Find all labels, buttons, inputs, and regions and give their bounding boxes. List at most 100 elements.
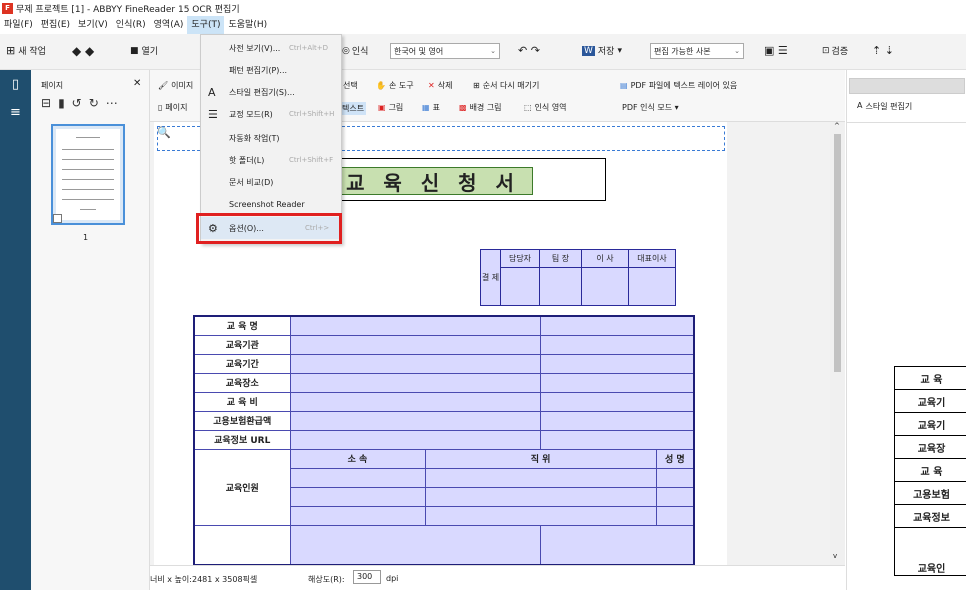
main-toolbar: ⊞ 새 작업 ◆ ◆ ■ 열기 ◎ 인식 한국어 및 영어 ⌄ ↶ ↷ W 저장 ▾ 편집 … — [0, 34, 966, 70]
save-page-icon[interactable]: ⊟ — [41, 96, 51, 110]
menu-bar: 파일(F) 편집(E) 보기(V) 인식(R) 영역(A) 도구(T) 도움말(… — [0, 16, 966, 34]
document-title[interactable]: 교 육 신 청 서 — [333, 167, 533, 195]
chevron-down-icon: ▾ — [617, 45, 622, 56]
status-bar: 너비 x 높이: 2481 x 3508픽셀 해상도(R): 300 dpi — [150, 565, 845, 590]
proofread-icon: ☰ — [208, 107, 218, 121]
page-button[interactable]: ▯ 페이지 — [158, 102, 188, 113]
verify-icon: ⊡ — [822, 45, 830, 56]
recognize-button[interactable]: ◎ 인식 — [342, 44, 368, 58]
image-edit-icon: 🖌 — [158, 81, 169, 90]
pdf-icon: ▤ — [620, 81, 628, 90]
resolution-input[interactable]: 300 — [353, 570, 381, 584]
verify-button[interactable]: ⊡ 검증 — [822, 44, 848, 58]
row-label: 고용보험환급액 — [193, 410, 291, 431]
delete-icon: ✕ — [428, 81, 435, 90]
row-label: 교육기간 — [193, 353, 291, 374]
cell: 교 육 — [894, 458, 966, 482]
language-select[interactable]: 한국어 및 영어 ⌄ — [390, 43, 500, 59]
size-value: 2481 x 3508픽셀 — [192, 575, 258, 584]
menu-view[interactable]: 보기(V) — [74, 16, 112, 34]
cell: 고용보험 — [894, 481, 966, 505]
scroll-down-icon[interactable]: v — [833, 552, 837, 560]
select-tool[interactable]: 선택 — [343, 80, 358, 91]
pages-icon[interactable]: ▯ — [0, 70, 31, 98]
area-icon: ⬚ — [524, 103, 532, 112]
resolution-label: 해상도(R): — [308, 575, 345, 584]
highlight-box — [196, 213, 342, 244]
scroll-thumb[interactable] — [834, 134, 841, 372]
row-label: 교 육 명 — [193, 315, 291, 336]
pdf-mode-select[interactable]: PDF 인식 모드 ▾ — [622, 102, 679, 113]
word-icon: W — [582, 45, 595, 56]
trainee-head: 직 위 — [424, 448, 657, 469]
recognized-table[interactable]: 교 육 교육기 교육기 교육장 교 육 고용보험 교육정보 교육인 — [894, 366, 966, 576]
menu-item-automation[interactable]: 자동화 작업(T) — [201, 127, 341, 149]
save-mode-select[interactable]: 편집 가능한 사본 ⌄ — [650, 43, 744, 59]
new-task-icon: ⊞ — [6, 44, 16, 57]
delete-page-icon[interactable]: ▮ — [58, 96, 65, 110]
row-label: 교육인원 — [193, 448, 291, 526]
undo-icon[interactable]: ↶ ↷ — [518, 44, 540, 57]
save-button[interactable]: W 저장 ▾ — [582, 44, 622, 57]
folder-icon: ■ — [130, 45, 139, 56]
scroll-up-icon[interactable]: ^ — [834, 122, 840, 130]
approval-head: 담당자 — [500, 249, 540, 268]
menu-item-pattern-editor[interactable]: 패턴 편집기(P)... — [201, 59, 341, 81]
page-icon: ▯ — [158, 103, 163, 112]
scan-icon[interactable]: ◆ ◆ — [72, 44, 94, 58]
cell: 교육기 — [894, 389, 966, 413]
table-area-button[interactable]: ▦ 표 — [422, 102, 440, 113]
view-mode-icon[interactable]: ▣ ☰ — [764, 44, 788, 57]
rotate-left-icon[interactable]: ↺ — [72, 96, 82, 110]
reorder-button[interactable]: ⊞ 순서 다시 매기기 — [473, 80, 539, 91]
menu-edit[interactable]: 편집(E) — [37, 16, 74, 34]
approval-table: 결 제 담당자 팀 장 이 사 대표이사 — [480, 249, 676, 306]
table-icon: ▦ — [422, 103, 430, 112]
cell: 교육인 — [894, 527, 966, 576]
rotate-right-icon[interactable]: ↻ — [89, 96, 99, 110]
recog-area-button[interactable]: ⬚ 인식 영역 — [524, 102, 567, 113]
approval-head: 이 사 — [581, 249, 629, 268]
menu-item-hot-folder[interactable]: 핫 폴더(L) Ctrl+Shift+F — [201, 149, 341, 171]
hand-tool[interactable]: ✋ 손 도구 — [376, 80, 414, 91]
vertical-scrollbar[interactable]: ^ v — [830, 122, 845, 565]
style-select[interactable] — [849, 78, 965, 94]
list-icon[interactable]: ≡ — [0, 98, 31, 126]
menu-tools[interactable]: 도구(T) — [187, 16, 225, 34]
page-thumbnail[interactable] — [51, 124, 125, 225]
menu-help[interactable]: 도움말(H) — [224, 16, 271, 34]
menu-item-screenshot-reader[interactable]: Screenshot Reader — [201, 193, 341, 215]
approval-head: 대표이사 — [628, 249, 676, 268]
style-editor-button[interactable]: A 스타일 편집기 — [857, 101, 912, 112]
main-table: 교 육 명 교육기관 교육기간 교육장소 교 육 비 고용보험환급액 교육정보 … — [193, 315, 695, 565]
close-icon[interactable]: ✕ — [133, 78, 141, 89]
cell: 교육정보 — [894, 504, 966, 528]
pdf-layer-label: ▤ PDF 파일에 텍스트 레이어 있음 — [620, 81, 738, 90]
hand-icon: ✋ — [376, 81, 386, 90]
bg-picture-button[interactable]: ▩ 배경 그림 — [459, 102, 502, 113]
pages-panel: 페이지 ✕ ⊟ ▮ ↺ ↻ ⋯ 1 — [31, 70, 150, 590]
image-button[interactable]: 🖌 이미지 — [158, 80, 193, 91]
menu-file[interactable]: 파일(F) — [0, 16, 37, 34]
menu-item-proofread[interactable]: ☰ 교정 모드(R) Ctrl+Shift+H — [201, 103, 341, 125]
style-icon: A — [208, 85, 216, 99]
open-button[interactable]: ■ 열기 — [130, 44, 158, 58]
menu-item-style-editor[interactable]: A 스타일 편집기(S)... — [201, 81, 341, 103]
text-direction-icon[interactable]: ⇡ ⇣ — [872, 44, 894, 57]
new-task-button[interactable]: ⊞ 새 작업 — [6, 44, 46, 57]
recognize-icon: ◎ — [342, 45, 350, 56]
picture-icon: ▣ — [378, 103, 386, 112]
menu-item-dictionary[interactable]: 사전 보기(V)... Ctrl+Alt+D — [201, 37, 341, 59]
row-label: 교육정보 URL — [193, 429, 291, 450]
menu-item-compare[interactable]: 문서 비교(D) — [201, 171, 341, 193]
chevron-down-icon: ⌄ — [734, 47, 740, 55]
style-icon: A — [857, 101, 863, 110]
picture-area-button[interactable]: ▣ 그림 — [378, 102, 403, 113]
menu-recognize[interactable]: 인식(R) — [112, 16, 150, 34]
panel-divider — [847, 122, 966, 123]
menu-area[interactable]: 영역(A) — [150, 16, 188, 34]
delete-area-button[interactable]: ✕ 삭제 — [428, 80, 452, 91]
left-rail: ▯ ≡ — [0, 70, 31, 590]
text-area-button[interactable]: 텍스트 — [340, 102, 367, 115]
more-icon[interactable]: ⋯ — [106, 96, 118, 110]
